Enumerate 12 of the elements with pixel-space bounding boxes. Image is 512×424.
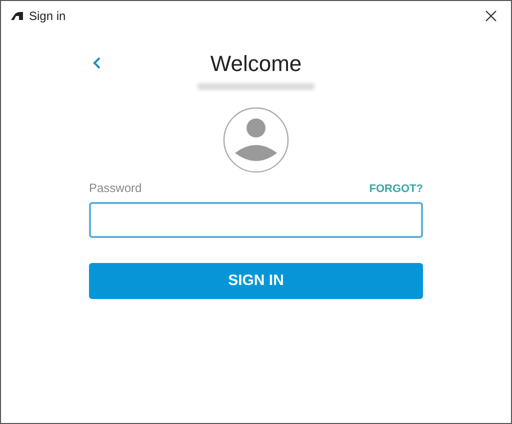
forgot-link[interactable]: FORGOT? [369, 180, 423, 197]
welcome-heading: Welcome [210, 50, 302, 78]
close-icon [485, 10, 497, 22]
password-field[interactable] [89, 202, 423, 238]
avatar-icon [223, 107, 289, 173]
sign-in-button[interactable]: SIGN IN [89, 263, 423, 299]
window-title: Sign in [29, 8, 66, 25]
back-button[interactable] [91, 55, 103, 71]
chevron-left-icon [93, 57, 101, 69]
password-label: Password [89, 180, 142, 197]
close-button[interactable] [483, 8, 499, 24]
app-logo-icon [11, 12, 23, 20]
